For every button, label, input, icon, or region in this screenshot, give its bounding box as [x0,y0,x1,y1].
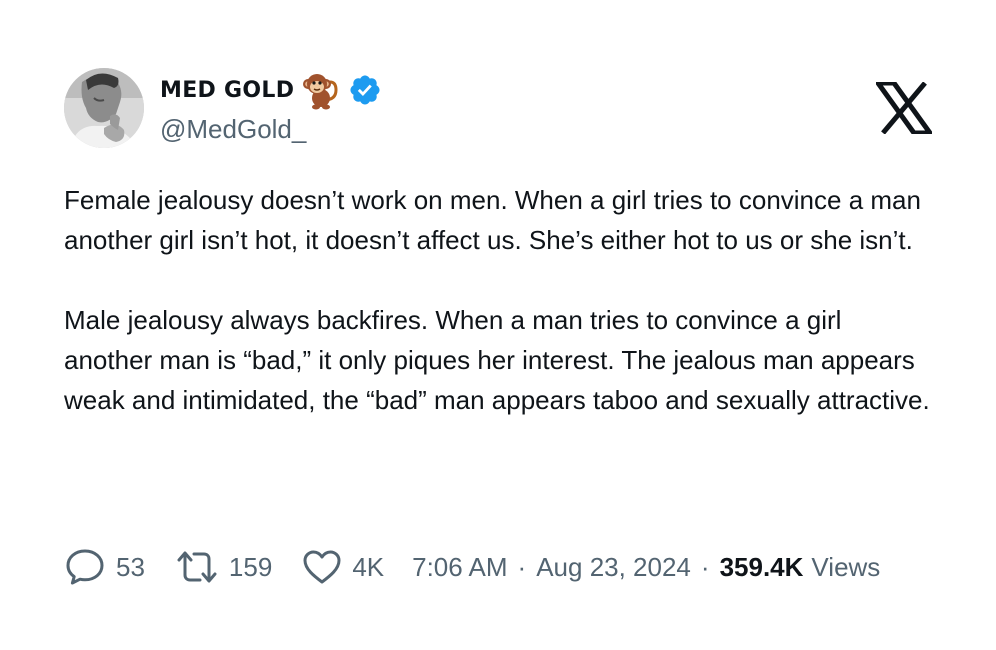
profile-photo-icon [64,68,144,148]
repost-count: 159 [228,551,273,582]
separator: · [700,551,710,582]
tweet-date[interactable]: Aug 23, 2024 [536,552,691,583]
author-display-name[interactable]: MED GOLD [160,78,294,103]
views-count: 359.4K [719,551,804,582]
separator: · [517,551,527,582]
verified-badge-icon[interactable] [348,73,382,107]
reply-icon [66,549,104,585]
tweet-paragraph: Female jealousy doesn’t work on men. Whe… [64,185,921,255]
x-logo-icon[interactable] [873,80,935,136]
author-handle[interactable]: @MedGold_ [160,114,306,145]
reply-count: 53 [116,551,145,582]
like-button[interactable]: 4K [302,549,384,585]
tweet-paragraph: Male jealousy always backfires. When a m… [64,305,930,415]
views-label: Views [811,551,881,582]
tweet-text: Female jealousy doesn’t work on men. Whe… [64,180,934,420]
repost-button[interactable]: 159 [175,548,272,586]
tweet-time[interactable]: 7:06 AM [412,552,507,583]
author-avatar[interactable] [64,68,144,148]
tweet-footer: 53 159 4K 7:06 AM · Aug 23, 2024 · 359.4… [64,546,880,588]
heart-icon [303,550,341,584]
like-count: 4K [352,551,385,582]
tweet-card: MED GOLD @MedGold_ Female jealousy doesn… [0,0,996,650]
repost-icon [177,551,217,583]
monkey-emoji-icon [302,70,340,110]
author-name-row: MED GOLD [160,70,382,110]
reply-button[interactable]: 53 [64,548,145,586]
